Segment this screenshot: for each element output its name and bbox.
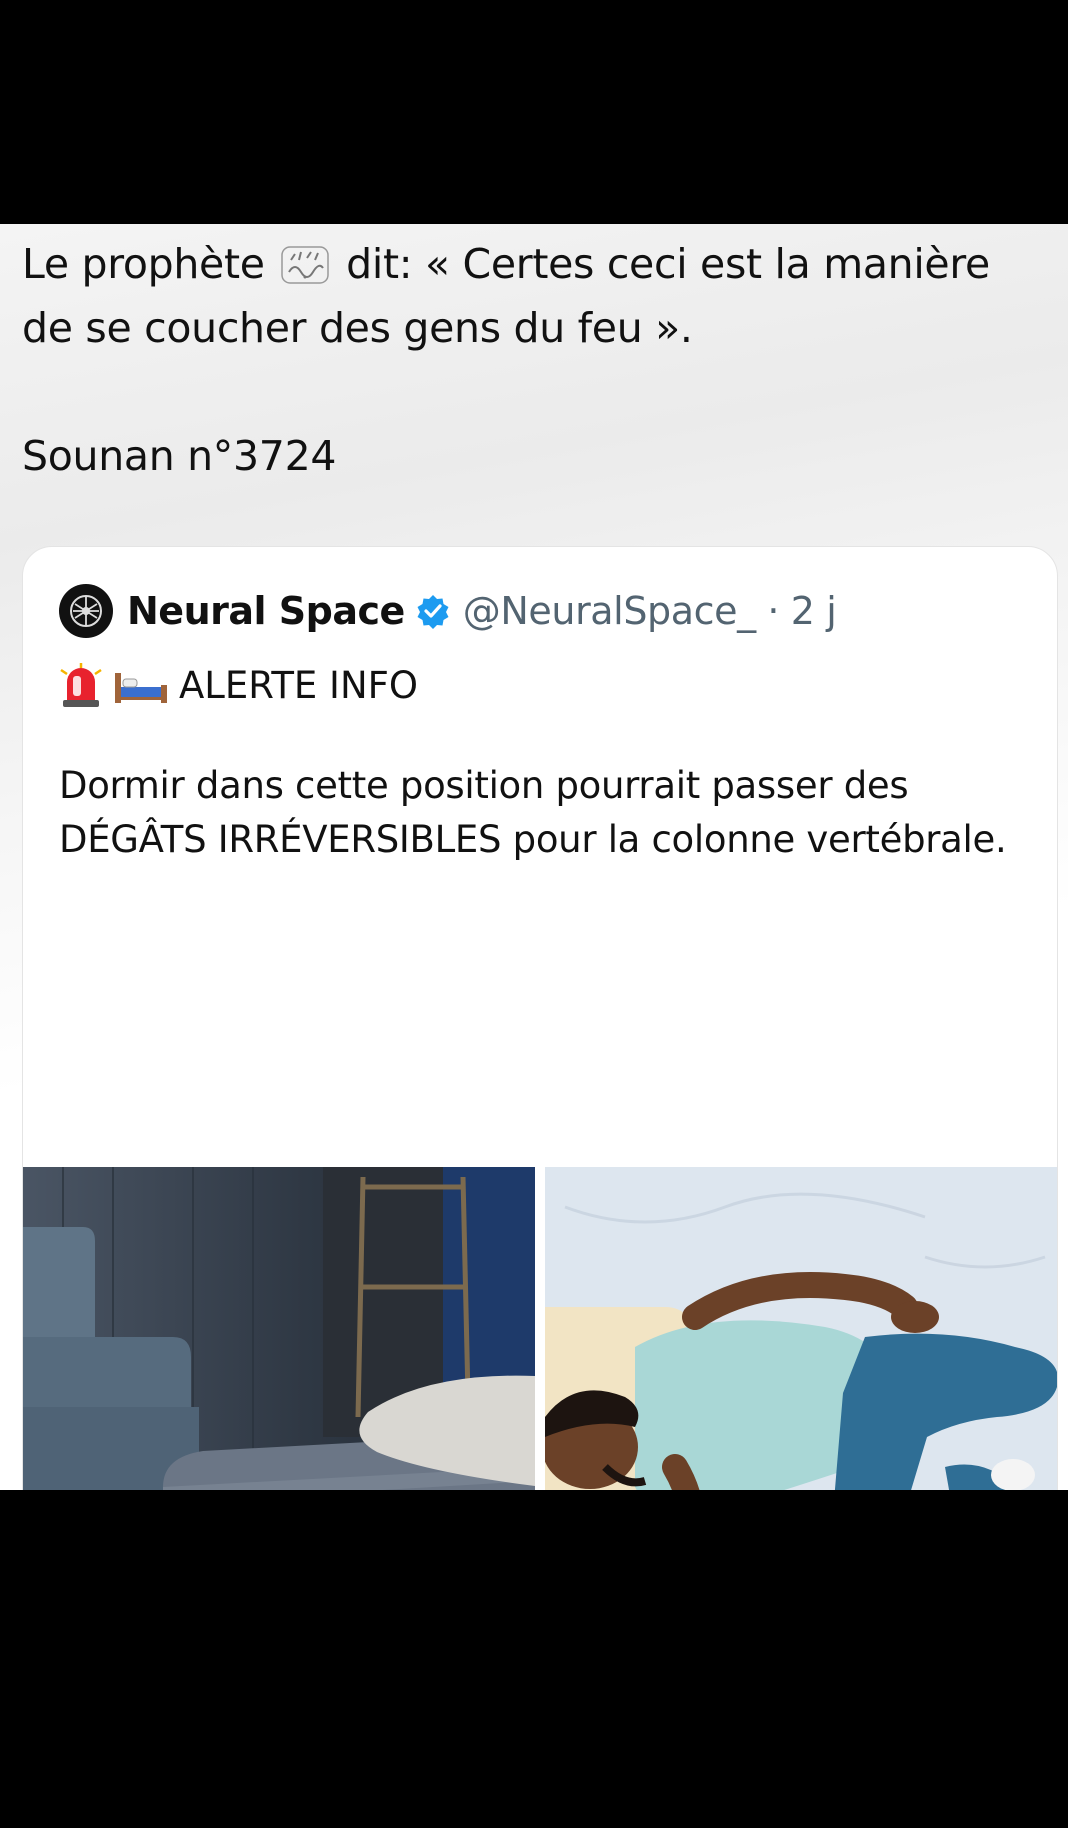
post-screenshot: Le prophète dit: « Certes ceci est la ma… (0, 224, 1068, 1490)
post-text: Le prophète dit: « Certes ceci est la ma… (22, 232, 1042, 488)
post-line-1-b: dit: « Certes ceci est la manière (346, 240, 990, 288)
man-sleeping-on-stomach-photo[interactable] (545, 1167, 1057, 1490)
avatar[interactable] (59, 584, 113, 638)
alert-line: ALERTE INFO (59, 657, 418, 713)
bedroom-photo[interactable] (23, 1167, 535, 1490)
bed-icon (115, 673, 167, 703)
post-reference: Sounan n°3724 (22, 432, 337, 480)
post-line-2: de se coucher des gens du feu ». (22, 304, 693, 352)
neural-network-icon (70, 595, 102, 627)
alert-label: ALERTE INFO (179, 663, 419, 707)
bedroom-illustration (23, 1167, 535, 1490)
post-line-1: Le prophète dit: « Certes ceci est la ma… (22, 232, 1042, 296)
quoted-tweet-card[interactable]: Neural Space @NeuralSpace_ · 2 j ALERTE … (22, 546, 1058, 1490)
verified-badge-icon (417, 595, 449, 629)
salawat-calligraphy-icon (281, 246, 330, 284)
bottom-black-bar (0, 1490, 1068, 1828)
quoted-tweet-header: Neural Space @NeuralSpace_ · 2 j (59, 583, 837, 639)
author-name[interactable]: Neural Space (127, 589, 405, 633)
rotating-light-icon (60, 663, 102, 707)
quoted-tweet-images (23, 1167, 1057, 1490)
top-black-bar (0, 0, 1068, 224)
quoted-tweet-body: Dormir dans cette position pourrait pass… (59, 764, 1007, 861)
post-line-1-a: Le prophète (22, 240, 265, 288)
author-handle-time[interactable]: @NeuralSpace_ · 2 j (463, 589, 837, 633)
man-sleeping-illustration (545, 1167, 1057, 1490)
